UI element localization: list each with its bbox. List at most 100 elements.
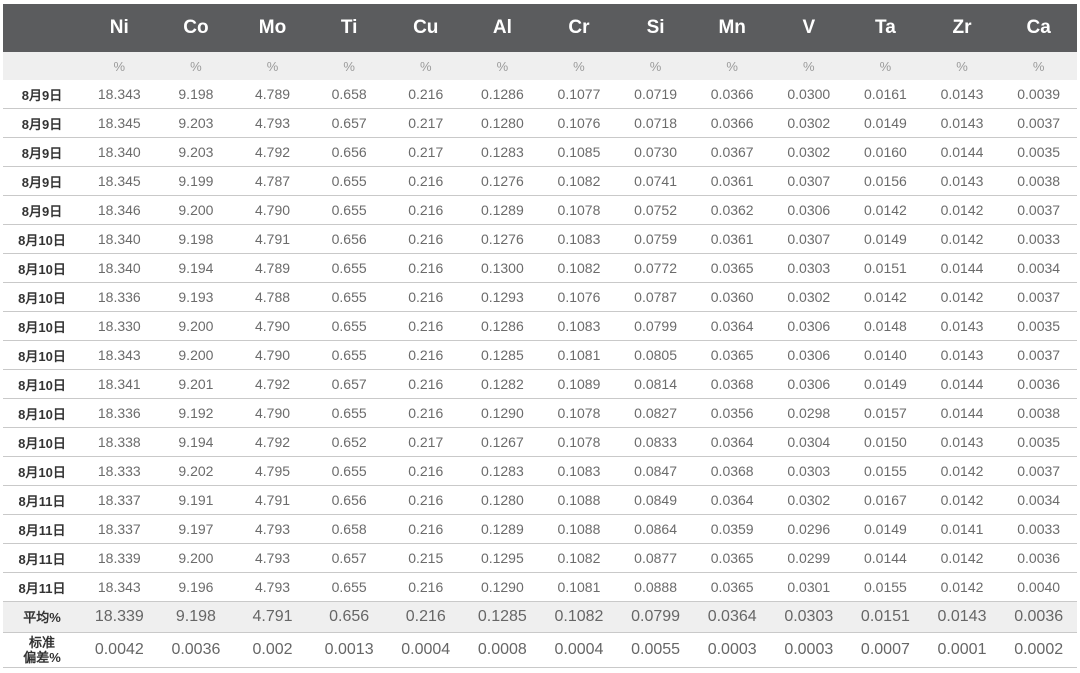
value-cell: 0.0142: [923, 456, 1001, 486]
value-cell: 0.0296: [770, 514, 848, 544]
value-cell: 0.0306: [770, 311, 848, 341]
value-cell: 0.0150: [847, 427, 924, 457]
average-label: 平均%: [3, 601, 81, 633]
row-date-label: 8月9日: [3, 195, 81, 225]
average-value: 0.1082: [540, 601, 618, 633]
value-cell: 0.1078: [540, 427, 618, 457]
value-cell: 0.1076: [540, 282, 618, 312]
value-cell: 0.0039: [1017, 86, 1061, 102]
value-cell: 0.0151: [847, 253, 924, 283]
value-cell: 0.1088: [540, 485, 618, 515]
value-cell: 0.1300: [464, 253, 541, 283]
value-cell: 0.0142: [923, 485, 1001, 515]
value-cell: 0.0037: [1000, 195, 1077, 225]
average-value: 0.0143: [923, 601, 1001, 633]
value-cell: 0.0144: [847, 543, 924, 573]
value-cell: 9.194: [157, 253, 235, 283]
value-cell: 9.198: [157, 224, 235, 254]
value-cell: 0.1285: [464, 340, 541, 370]
value-cell: 0.0759: [617, 224, 694, 254]
value-cell: 0.655: [310, 282, 388, 312]
column-header-ca: Ca: [1000, 4, 1077, 52]
average-value: 9.198: [157, 601, 235, 633]
value-cell: 0.1280: [464, 108, 541, 138]
value-cell: 0.0368: [693, 369, 771, 399]
value-cell: 4.790: [234, 195, 311, 225]
value-cell: 0.655: [310, 340, 388, 370]
row-date-label: 8月10日: [3, 398, 81, 428]
value-cell: 0.1083: [540, 224, 618, 254]
value-cell: 0.1083: [540, 311, 618, 341]
value-cell: 0.0888: [617, 572, 694, 602]
value-cell: 0.1077: [557, 86, 601, 102]
value-cell: 0.657: [310, 369, 388, 399]
value-cell: 9.199: [157, 166, 235, 196]
column-header-cr: Cr: [540, 4, 618, 52]
value-cell: 0.0365: [693, 340, 771, 370]
std-dev-value: 0.0013: [310, 632, 388, 668]
value-cell: 0.216: [387, 224, 465, 254]
value-cell: 0.0144: [923, 369, 1001, 399]
std-dev-value: 0.0042: [81, 632, 158, 668]
value-cell: 4.787: [234, 166, 311, 196]
value-cell: 0.0366: [710, 86, 754, 102]
column-header-mn: Mn: [693, 4, 771, 52]
value-cell: 0.0037: [1000, 456, 1077, 486]
value-cell: 0.0849: [617, 485, 694, 515]
table-row: 8月10日 18.330 9.200 4.790 0.655 0.216 0.1286 0.1…: [3, 311, 1077, 341]
value-cell: 0.0307: [770, 166, 848, 196]
table-row: 8月10日 18.336 9.192 4.790 0.655 0.216 0.1290 0.1…: [3, 398, 1077, 428]
average-value: 0.656: [310, 601, 388, 633]
value-cell: 0.0144: [923, 137, 1001, 167]
value-cell: 0.0306: [770, 195, 848, 225]
value-cell: 18.339: [81, 543, 158, 573]
value-cell: 0.1289: [464, 195, 541, 225]
value-cell: 0.216: [387, 369, 465, 399]
column-header-cu: Cu: [387, 4, 465, 52]
value-cell: 0.0302: [770, 485, 848, 515]
value-cell: 4.790: [234, 311, 311, 341]
value-cell: 0.1082: [540, 166, 618, 196]
value-cell: 0.0143: [923, 311, 1001, 341]
value-cell: 0.655: [310, 195, 388, 225]
value-cell: 0.0149: [847, 369, 924, 399]
table-row: 8月10日 18.338 9.194 4.792 0.652 0.217 0.1267 0.1…: [3, 427, 1077, 457]
value-cell: 0.216: [387, 311, 465, 341]
value-cell: 0.216: [387, 340, 465, 370]
value-cell: 18.337: [81, 514, 158, 544]
value-cell: 0.655: [310, 253, 388, 283]
row-date-label: 8月9日: [21, 87, 63, 103]
row-date-label: 8月11日: [3, 543, 81, 573]
value-cell: 0.216: [387, 398, 465, 428]
unit-cell: %: [464, 52, 541, 80]
value-cell: 0.216: [387, 195, 465, 225]
value-cell: 9.202: [157, 456, 235, 486]
value-cell: 0.1089: [540, 369, 618, 399]
unit-cell: %: [234, 52, 311, 80]
value-cell: 0.216: [387, 485, 465, 515]
std-dev-value: 0.0004: [540, 632, 618, 668]
value-cell: 0.217: [387, 427, 465, 457]
value-cell: 0.1295: [464, 543, 541, 573]
unit-cell: %: [923, 52, 1001, 80]
value-cell: 0.0033: [1000, 514, 1077, 544]
value-cell: 0.1081: [540, 572, 618, 602]
table-row: 8月10日 18.340 9.194 4.789 0.655 0.216 0.1300 0.1…: [3, 253, 1077, 283]
column-header-co: Co: [157, 4, 235, 52]
value-cell: 0.0035: [1000, 427, 1077, 457]
value-cell: 0.0155: [847, 572, 924, 602]
value-cell: 18.343: [97, 86, 141, 102]
value-cell: 0.0143: [923, 108, 1001, 138]
column-header-v: V: [770, 4, 848, 52]
value-cell: 0.0814: [617, 369, 694, 399]
unit-cell: %: [81, 52, 158, 80]
unit-cell: %: [1000, 52, 1077, 80]
value-cell: 0.0036: [1000, 369, 1077, 399]
value-cell: 18.337: [81, 485, 158, 515]
value-cell: 0.1082: [540, 253, 618, 283]
value-cell: 0.0167: [847, 485, 924, 515]
value-cell: 0.0140: [847, 340, 924, 370]
row-date-label: 8月10日: [3, 340, 81, 370]
value-cell: 0.0302: [770, 137, 848, 167]
value-cell: 4.790: [234, 398, 311, 428]
